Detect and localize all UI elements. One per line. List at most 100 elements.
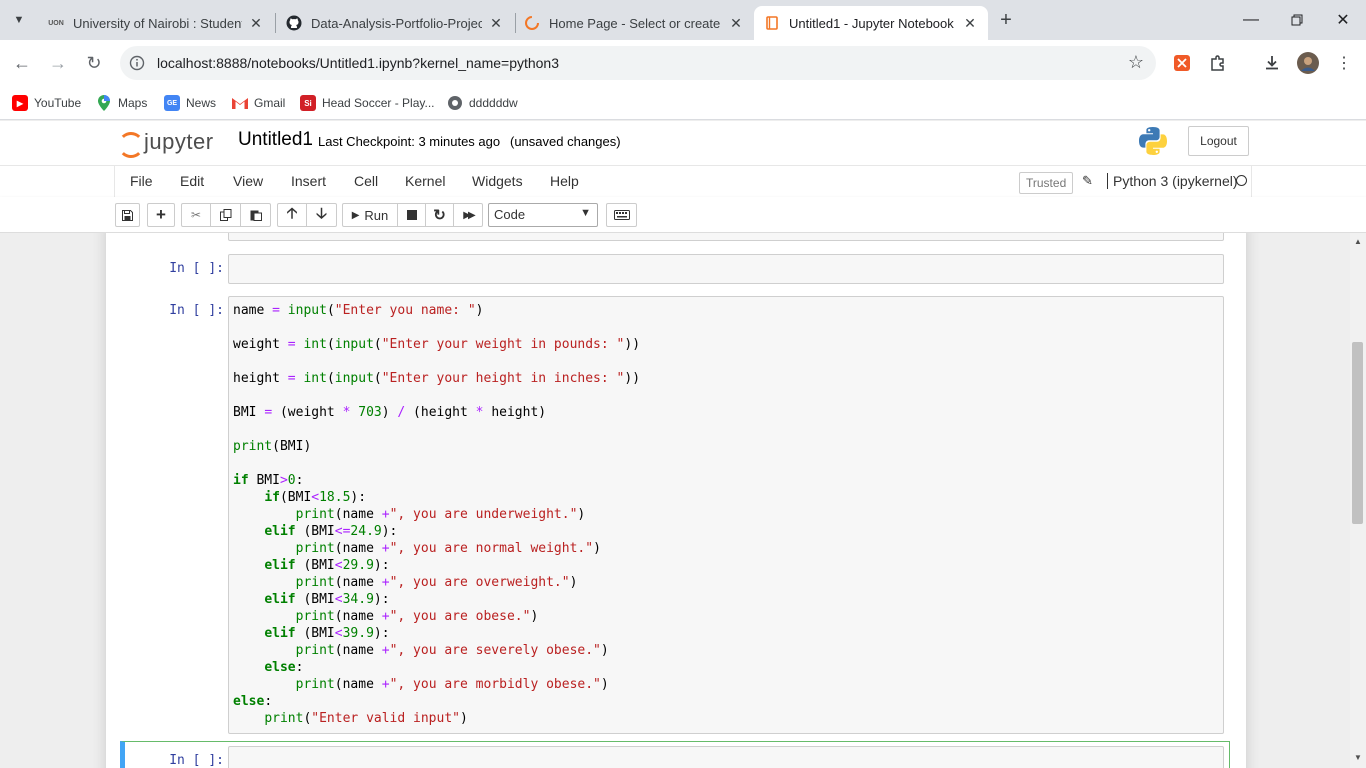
code-cell-input-empty[interactable] xyxy=(228,254,1224,284)
jupyter-toolbar: + ✂ 🡡 🡣 ▶ Run ↻ ▶▶ Code ▼ xyxy=(0,197,1366,233)
bookmark-news[interactable]: GE News xyxy=(164,93,216,113)
last-checkpoint: Last Checkpoint: 3 minutes ago xyxy=(318,134,501,149)
close-icon[interactable]: ✕ xyxy=(728,15,744,31)
cell-type-value: Code xyxy=(494,207,526,222)
bookmark-label: Head Soccer - Play... xyxy=(322,96,435,110)
bookmark-gmail[interactable]: Gmail xyxy=(232,93,285,113)
interrupt-kernel-button[interactable] xyxy=(397,203,426,227)
menu-view[interactable]: View xyxy=(233,173,263,189)
code-cell-input-selected[interactable] xyxy=(228,746,1224,768)
menu-insert[interactable]: Insert xyxy=(291,173,326,189)
download-icon[interactable] xyxy=(1261,52,1283,74)
tab-search-chevron-icon[interactable]: ▼ xyxy=(6,7,32,33)
cut-button[interactable]: ✂ xyxy=(181,203,211,227)
browser-menu-icon[interactable]: ⋮ xyxy=(1333,52,1355,74)
bookmark-star-icon[interactable]: ☆ xyxy=(1128,52,1144,73)
bookmark-head-soccer[interactable]: Si Head Soccer - Play... xyxy=(300,93,435,113)
code-line: print(name +", you are overweight.") xyxy=(295,575,578,590)
logout-button[interactable]: Logout xyxy=(1188,126,1249,156)
browser-tab-untitled1[interactable]: Untitled1 - Jupyter Notebook ✕ xyxy=(754,6,988,40)
url-text[interactable]: localhost:8888/notebooks/Untitled1.ipynb… xyxy=(157,55,559,71)
bookmark-youtube[interactable]: ▶ YouTube xyxy=(12,93,81,113)
plus-icon: + xyxy=(156,205,166,224)
youtube-icon: ▶ xyxy=(12,95,28,111)
kernel-name[interactable]: Python 3 (ipykernel) xyxy=(1107,173,1238,189)
browser-tab-uon[interactable]: UON University of Nairobi : Students ✕ xyxy=(38,6,274,40)
tab-title: Data-Analysis-Portfolio-Project xyxy=(311,15,482,31)
browser-tab-jupyter-home[interactable]: Home Page - Select or create a ✕ xyxy=(514,6,754,40)
menu-file[interactable]: File xyxy=(130,173,153,189)
notebook-scroll-area[interactable]: In [ ]: In [ ]: name = input("Enter you … xyxy=(0,233,1350,768)
code-cell-input-bmi[interactable]: name = input("Enter you name: ") weight … xyxy=(228,296,1224,734)
code-line: else: xyxy=(233,694,273,709)
scrollbar-thumb[interactable] xyxy=(1352,342,1363,524)
tab-title: University of Nairobi : Students xyxy=(73,15,242,31)
new-tab-plus-icon[interactable]: + xyxy=(994,8,1018,32)
jupyter-book-icon xyxy=(764,15,780,31)
cell-type-select[interactable]: Code ▼ xyxy=(488,203,598,227)
tab-title: Home Page - Select or create a xyxy=(549,15,722,31)
minimize-icon[interactable]: — xyxy=(1228,0,1274,40)
play-icon: ▶ xyxy=(351,209,360,221)
code-line: height = int(input("Enter your height in… xyxy=(233,371,641,386)
reload-icon[interactable]: ↻ xyxy=(80,49,108,77)
menubar-container: File Edit View Insert Cell Kernel Widget… xyxy=(114,166,1252,198)
scroll-down-icon[interactable]: ▼ xyxy=(1353,753,1363,763)
restore-icon[interactable] xyxy=(1274,0,1320,40)
bookmark-ddddddw[interactable]: ddddddw xyxy=(447,93,518,113)
page-scrollbar[interactable]: ▲ ▼ xyxy=(1350,233,1366,768)
cell-prompt: In [ ]: xyxy=(169,753,224,768)
stop-icon xyxy=(406,210,417,220)
forward-arrow-icon[interactable]: → xyxy=(44,49,72,77)
move-up-button[interactable]: 🡡 xyxy=(277,203,307,227)
jupyter-menubar: File Edit View Insert Cell Kernel Widget… xyxy=(0,165,1366,198)
code-line: print(BMI) xyxy=(233,439,312,454)
restart-run-all-button[interactable]: ▶▶ xyxy=(453,203,483,227)
save-button[interactable] xyxy=(115,203,140,227)
trusted-badge[interactable]: Trusted xyxy=(1019,172,1074,194)
omnibox[interactable]: localhost:8888/notebooks/Untitled1.ipynb… xyxy=(120,46,1156,80)
command-palette-button[interactable] xyxy=(606,203,637,227)
run-button[interactable]: ▶ Run xyxy=(342,203,398,227)
bookmark-maps[interactable]: Maps xyxy=(96,93,147,113)
menu-help[interactable]: Help xyxy=(550,173,579,189)
move-down-button[interactable]: 🡣 xyxy=(306,203,337,227)
menu-kernel[interactable]: Kernel xyxy=(405,173,445,189)
back-arrow-icon[interactable]: ← xyxy=(8,49,36,77)
menu-edit[interactable]: Edit xyxy=(180,173,204,189)
extensions-puzzle-icon[interactable] xyxy=(1207,52,1229,74)
edit-pencil-icon[interactable]: ✎ xyxy=(1082,173,1093,189)
bookmark-label: YouTube xyxy=(34,96,82,110)
notebook-name[interactable]: Untitled1 xyxy=(238,129,313,151)
copy-icon xyxy=(219,209,231,221)
profile-avatar[interactable] xyxy=(1297,52,1319,74)
window-close-icon[interactable]: ✕ xyxy=(1320,0,1366,40)
menu-widgets[interactable]: Widgets xyxy=(472,173,523,189)
close-icon[interactable]: ✕ xyxy=(488,15,504,31)
bookmark-label: Maps xyxy=(118,96,148,110)
code-editor[interactable]: name = input("Enter you name: ") weight … xyxy=(229,297,1223,732)
code-line: print(name +", you are obese.") xyxy=(295,609,539,624)
close-icon[interactable]: ✕ xyxy=(962,15,978,31)
cell-input-partial[interactable] xyxy=(228,233,1224,241)
extension-orange-icon[interactable] xyxy=(1171,52,1193,74)
arrow-down-icon: 🡣 xyxy=(316,204,327,222)
code-line: weight = int(input("Enter your weight in… xyxy=(233,337,641,352)
copy-button[interactable] xyxy=(210,203,241,227)
scroll-up-icon[interactable]: ▲ xyxy=(1353,237,1363,247)
browser-tab-github[interactable]: Data-Analysis-Portfolio-Project ✕ xyxy=(276,6,514,40)
paste-button[interactable] xyxy=(240,203,271,227)
jupyter-logo[interactable]: jupyter xyxy=(116,128,214,158)
site-info-icon[interactable] xyxy=(128,54,146,72)
restart-kernel-button[interactable]: ↻ xyxy=(425,203,454,227)
tab-title: Untitled1 - Jupyter Notebook xyxy=(789,15,954,31)
insert-cell-button[interactable]: + xyxy=(147,203,175,227)
close-icon[interactable]: ✕ xyxy=(248,15,264,31)
code-line: if BMI>0: xyxy=(233,473,304,488)
code-line: elif (BMI<29.9): xyxy=(264,558,390,573)
menu-cell[interactable]: Cell xyxy=(354,173,378,189)
